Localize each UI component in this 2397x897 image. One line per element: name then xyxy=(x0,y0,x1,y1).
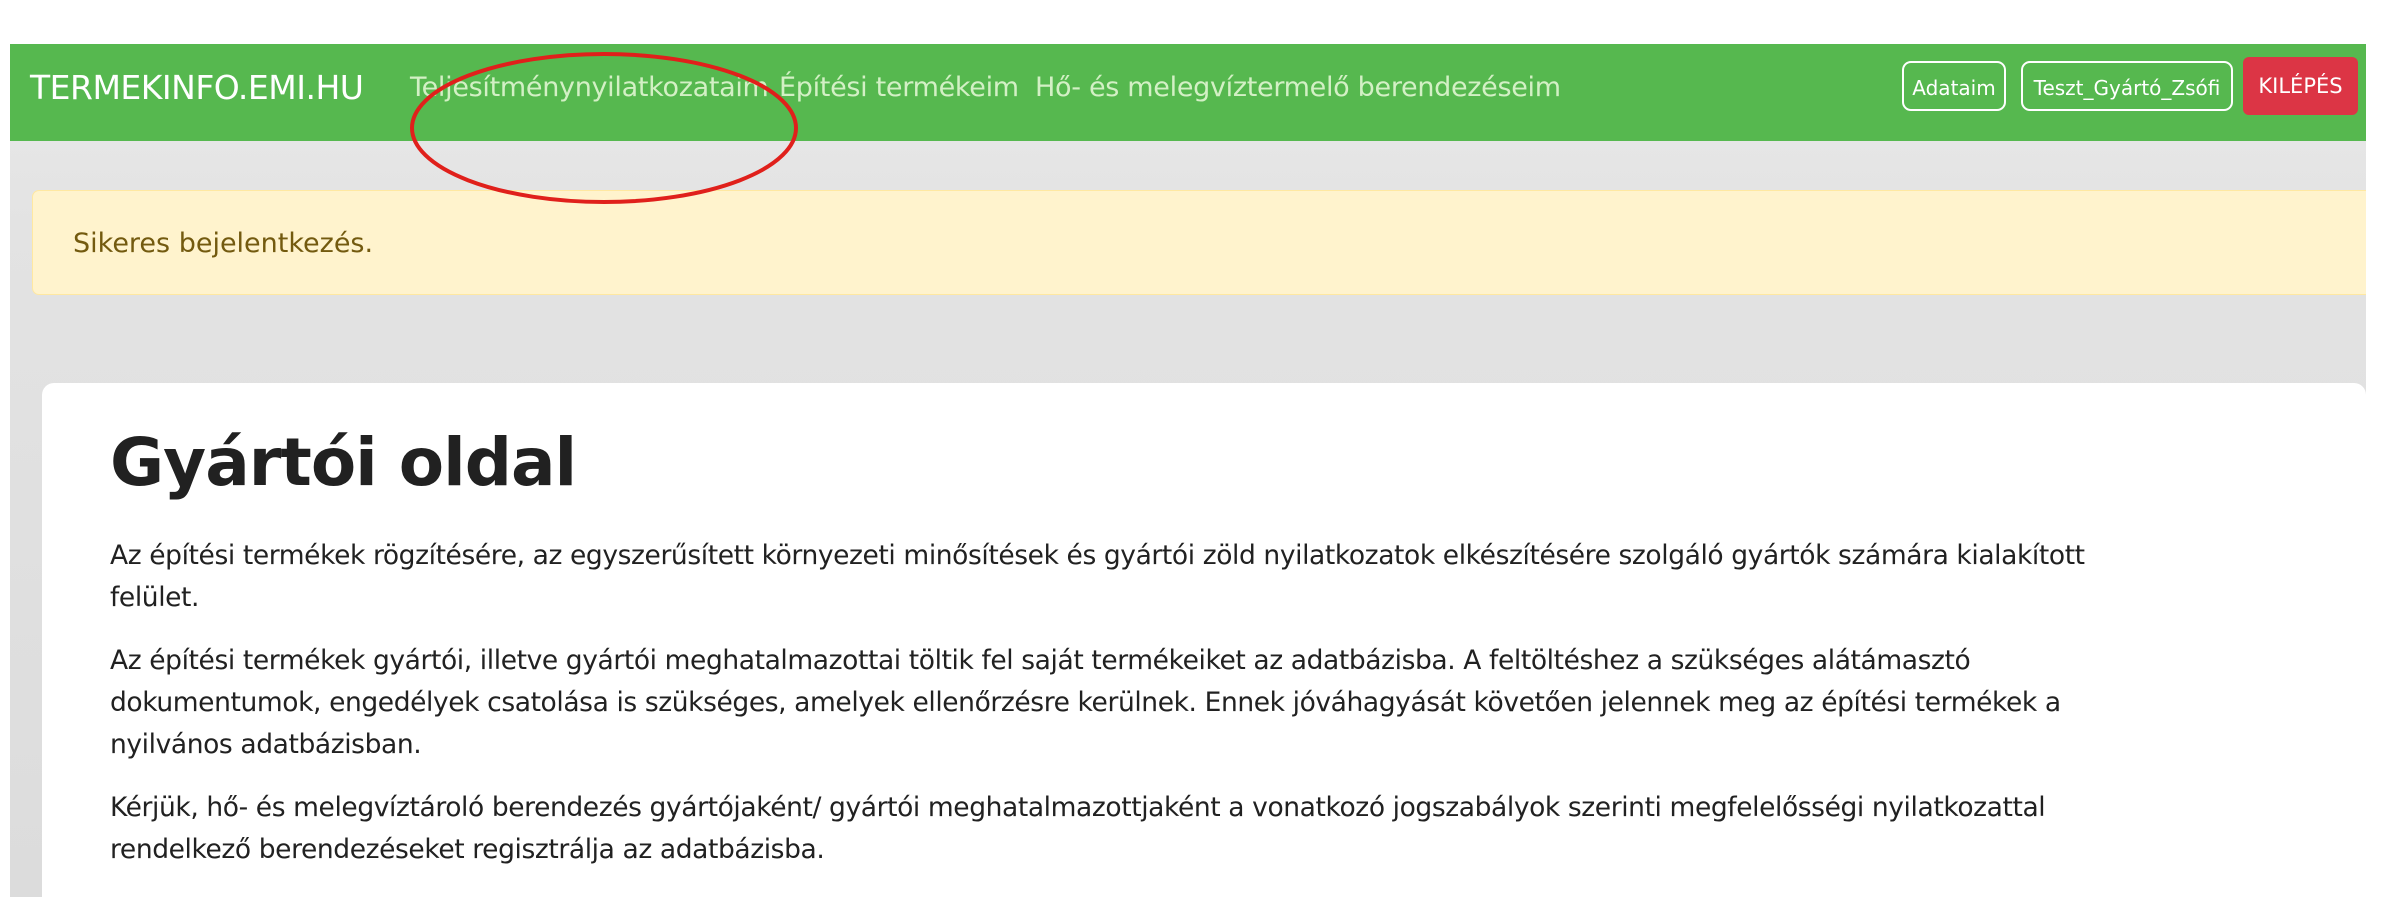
upload-info-paragraph: Az építési termékek gyártói, illetve gyá… xyxy=(110,645,2061,760)
page-frame: TERMEKINFO.EMI.HU Teljesítménynyilatkoza… xyxy=(10,44,2366,897)
login-success-alert: Sikeres bejelentkezés. xyxy=(32,190,2366,295)
nav-link-declarations[interactable]: Teljesítménynyilatkozataim xyxy=(410,66,769,110)
nav-link-construction-products[interactable]: Építési termékeim xyxy=(779,66,1019,110)
navbar: TERMEKINFO.EMI.HU Teljesítménynyilatkoza… xyxy=(10,44,2366,141)
my-data-button[interactable]: Adataim xyxy=(1902,61,2006,111)
nav-link-heating-equipment[interactable]: Hő- és melegvíztermelő berendezéseim xyxy=(1035,66,1561,110)
logout-button[interactable]: KILÉPÉS xyxy=(2243,57,2358,115)
brand-link[interactable]: TERMEKINFO.EMI.HU xyxy=(30,66,364,110)
registration-request-paragraph: Kérjük, hő- és melegvíztároló berendezés… xyxy=(110,792,2046,865)
main-content-card: Gyártói oldal Az építési termékek rögzít… xyxy=(42,383,2366,897)
user-profile-button[interactable]: Teszt_Gyártó_Zsófi xyxy=(2021,61,2233,111)
page-title: Gyártói oldal xyxy=(110,424,577,501)
intro-paragraph: Az építési termékek rögzítésére, az egys… xyxy=(110,540,2085,613)
